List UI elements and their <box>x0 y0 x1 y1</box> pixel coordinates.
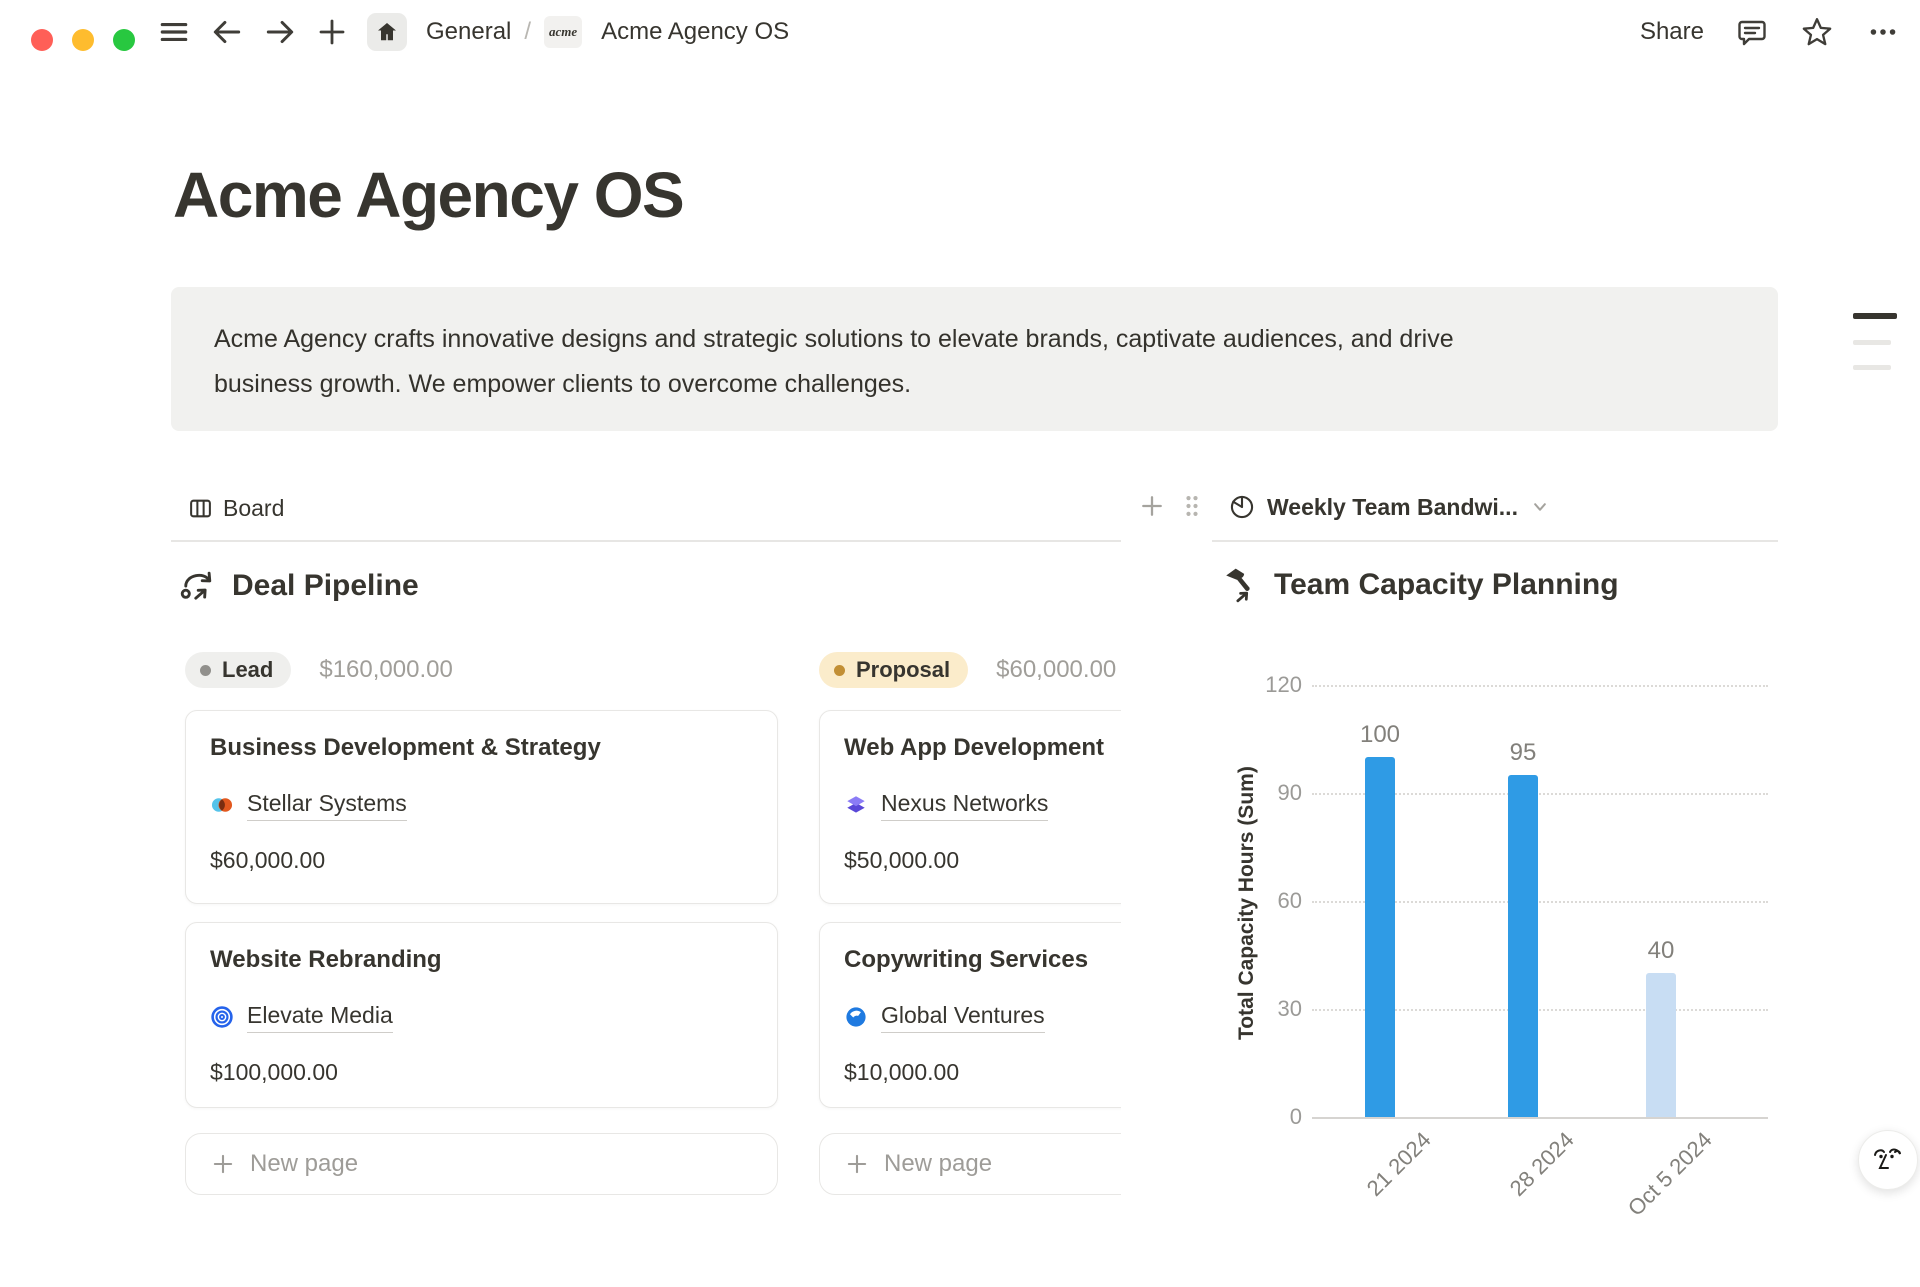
outline-marker[interactable] <box>1853 340 1891 345</box>
hammer-icon <box>1222 566 1260 604</box>
new-tab-plus-icon[interactable] <box>316 16 348 48</box>
hamburger-icon[interactable] <box>157 15 191 49</box>
card-amount: $100,000.00 <box>210 1059 753 1086</box>
forward-arrow-icon[interactable] <box>263 15 297 49</box>
deal-pipeline-board: Lead $160,000.00 Business Development & … <box>171 640 1121 1200</box>
y-tick-label: 30 <box>1222 996 1302 1022</box>
divider <box>171 540 1121 542</box>
new-page-label: New page <box>250 1150 358 1178</box>
bar-value-label: 100 <box>1340 721 1420 749</box>
share-button[interactable]: Share <box>1640 18 1704 46</box>
status-label: Lead <box>222 657 273 683</box>
blue-spiral-logo-icon <box>210 1005 234 1029</box>
venn-circles-logo-icon <box>210 793 234 817</box>
bar <box>1365 757 1395 1117</box>
company-link[interactable]: Nexus Networks <box>881 790 1048 821</box>
page-logo-icon[interactable]: acme <box>544 16 582 48</box>
page-title: Acme Agency OS <box>173 158 683 232</box>
purple-layers-logo-icon <box>844 793 868 817</box>
description-line: business growth. We empower clients to o… <box>214 362 1738 407</box>
new-page-plus-icon <box>210 1151 236 1177</box>
chevron-down-icon <box>1529 496 1551 518</box>
ai-face-icon <box>1870 1142 1906 1178</box>
company-link[interactable]: Stellar Systems <box>247 790 407 821</box>
new-page-button[interactable]: New page <box>819 1133 1121 1195</box>
blue-swirl-logo-icon <box>844 1005 868 1029</box>
pie-chart-icon <box>1228 493 1256 521</box>
status-dot-icon <box>834 665 845 676</box>
card-title: Copywriting Services <box>844 945 1121 975</box>
company-link[interactable]: Global Ventures <box>881 1002 1045 1033</box>
chart-view-label: Weekly Team Bandwi... <box>1267 494 1518 521</box>
bar-value-label: 95 <box>1483 739 1563 767</box>
card-website-rebranding[interactable]: Website Rebranding Elevate Media $100,00… <box>185 922 778 1108</box>
window-titlebar: General / acme Acme Agency OS Share <box>0 0 1920 64</box>
bar <box>1646 973 1676 1117</box>
home-icon[interactable] <box>367 13 407 51</box>
status-badge-lead[interactable]: Lead <box>185 652 291 688</box>
card-amount: $50,000.00 <box>844 847 1121 874</box>
description-callout: Acme Agency crafts innovative designs an… <box>171 287 1778 431</box>
star-icon[interactable] <box>1800 15 1834 49</box>
new-page-label: New page <box>884 1150 992 1178</box>
bar <box>1508 775 1538 1117</box>
team-capacity-heading: Team Capacity Planning <box>1222 566 1619 604</box>
close-icon[interactable] <box>31 29 53 51</box>
y-tick-label: 90 <box>1222 780 1302 806</box>
outline-marker[interactable] <box>1853 313 1897 319</box>
deal-pipeline-title: Deal Pipeline <box>232 569 419 603</box>
card-title: Website Rebranding <box>210 945 753 975</box>
capacity-bar-chart: Total Capacity Hours (Sum) 0306090120100… <box>1212 640 1778 1200</box>
company-link[interactable]: Elevate Media <box>247 1002 393 1033</box>
add-view-icon[interactable] <box>1138 492 1166 520</box>
column-total: $160,000.00 <box>319 656 452 684</box>
minimize-icon[interactable] <box>72 29 94 51</box>
chart-view-selector[interactable]: Weekly Team Bandwi... <box>1228 488 1551 526</box>
pipeline-icon <box>178 566 218 606</box>
bar-value-label: 40 <box>1621 937 1701 965</box>
status-dot-icon <box>200 665 211 676</box>
description-line: Acme Agency crafts innovative designs an… <box>214 317 1738 362</box>
card-copywriting-services[interactable]: Copywriting Services Global Ventures $10… <box>819 922 1121 1108</box>
y-tick-label: 60 <box>1222 888 1302 914</box>
breadcrumb-separator: / <box>524 18 531 46</box>
status-label: Proposal <box>856 657 950 683</box>
y-tick-label: 120 <box>1222 672 1302 698</box>
drag-handle-icon[interactable] <box>1178 492 1206 520</box>
card-business-development[interactable]: Business Development & Strategy Stellar … <box>185 710 778 904</box>
breadcrumb-page[interactable]: Acme Agency OS <box>601 18 789 46</box>
team-capacity-title: Team Capacity Planning <box>1274 568 1619 602</box>
breadcrumb-section[interactable]: General <box>426 18 511 46</box>
card-title: Business Development & Strategy <box>210 733 753 763</box>
x-axis-line <box>1312 1117 1768 1119</box>
y-tick-label: 0 <box>1222 1104 1302 1130</box>
back-arrow-icon[interactable] <box>210 15 244 49</box>
zoom-icon[interactable] <box>113 29 135 51</box>
deal-pipeline-heading: Deal Pipeline <box>178 566 419 606</box>
column-total: $60,000.00 <box>996 656 1116 684</box>
board-view-icon <box>188 496 213 521</box>
card-amount: $10,000.00 <box>844 1059 1121 1086</box>
board-view-label: Board <box>223 495 284 522</box>
ai-assistant-button[interactable] <box>1858 1130 1918 1190</box>
card-web-app-development[interactable]: Web App Development Nexus Networks $50,0… <box>819 710 1121 904</box>
divider <box>1212 540 1778 542</box>
outline-marker[interactable] <box>1853 365 1891 370</box>
new-page-plus-icon <box>844 1151 870 1177</box>
new-page-button[interactable]: New page <box>185 1133 778 1195</box>
card-amount: $60,000.00 <box>210 847 753 874</box>
status-badge-proposal[interactable]: Proposal <box>819 652 968 688</box>
x-tick-label: Oct 5 2024 <box>1558 1127 1718 1287</box>
ellipsis-icon[interactable] <box>1866 15 1900 49</box>
tab-board-view[interactable]: Board <box>188 490 284 526</box>
comment-icon[interactable] <box>1736 16 1768 48</box>
card-title: Web App Development <box>844 733 1121 763</box>
x-tick-label: 28 2024 <box>1420 1127 1580 1287</box>
gridline <box>1312 685 1768 687</box>
x-tick-label: 21 2024 <box>1277 1127 1437 1287</box>
